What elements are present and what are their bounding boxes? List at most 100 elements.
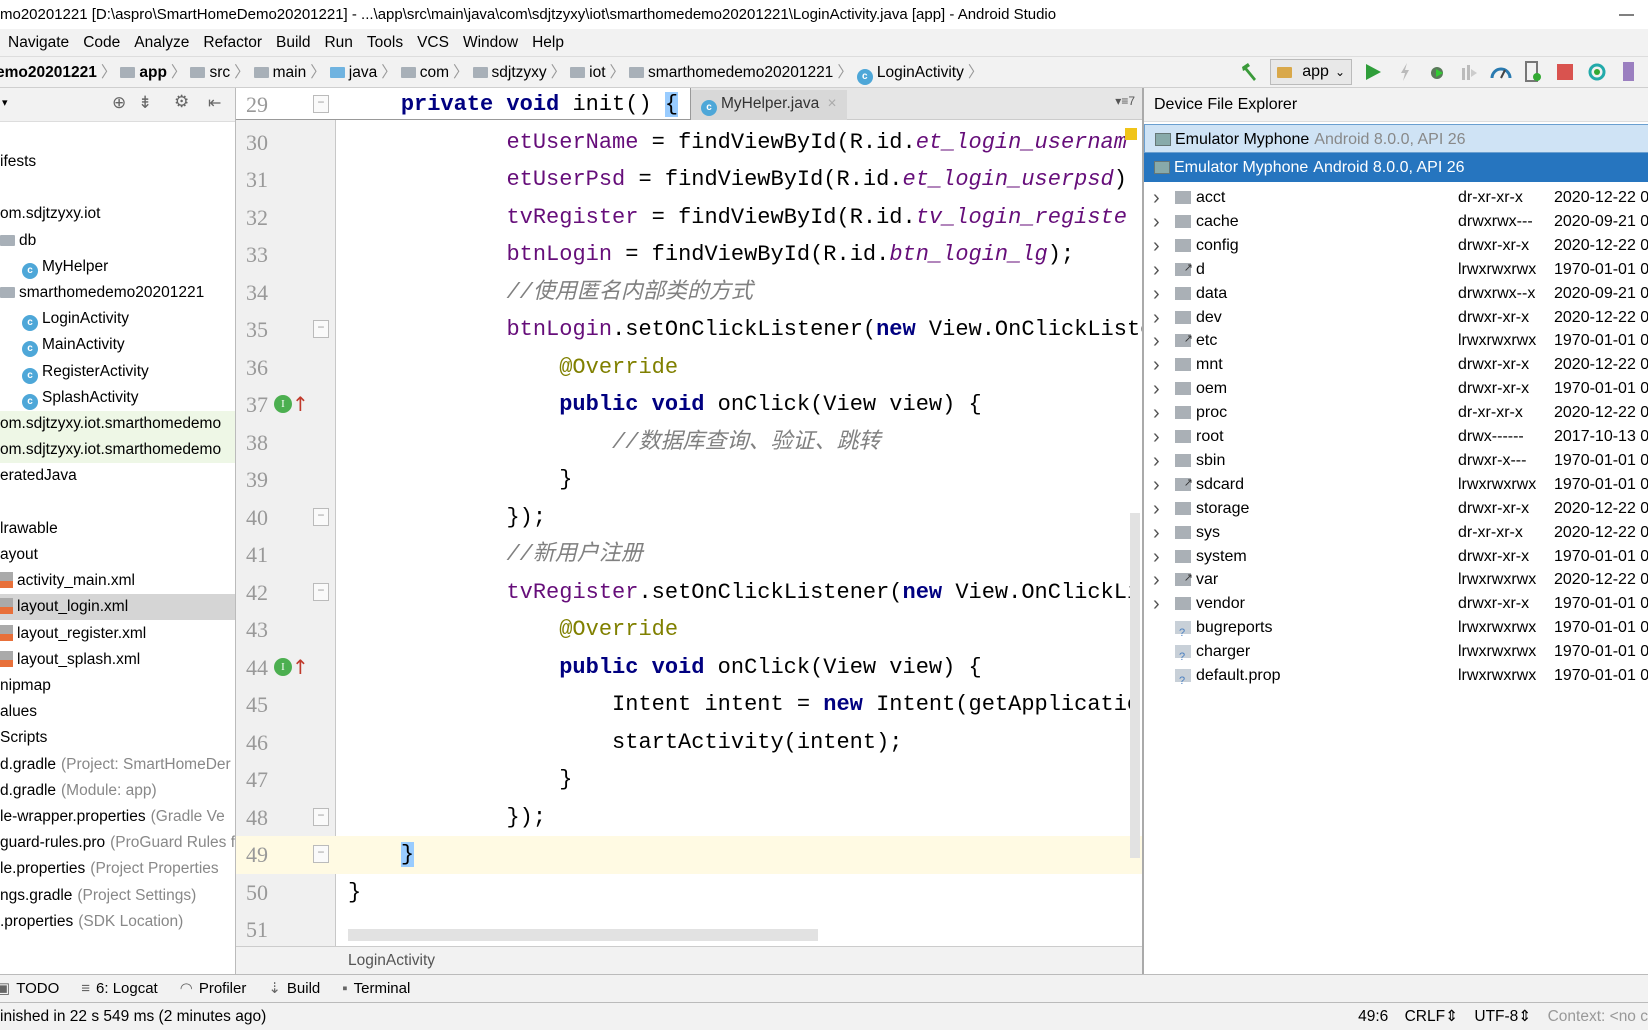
file-row[interactable]: charger lrwxrwxrwx 1970-01-01 0 [1144, 640, 1648, 664]
breadcrumb-src[interactable]: src 〉 [190, 57, 250, 88]
warning-marker-icon[interactable] [1125, 128, 1137, 140]
tool-terminal[interactable]: ▪ Terminal [342, 975, 410, 1003]
tree-item[interactable]: eratedJava [0, 463, 235, 489]
tab-myhelper-java[interactable]: c MyHelper.java × [691, 90, 847, 120]
file-row[interactable]: default.prop lrwxrwxrwx 1970-01-01 0 [1144, 664, 1648, 688]
device-bug-icon[interactable] [1522, 61, 1544, 83]
attach-debugger-icon[interactable] [1458, 61, 1480, 83]
file-row[interactable]: › sbin drwxr-x--- 1970-01-01 0 [1144, 449, 1648, 473]
menu-tools[interactable]: Tools [367, 34, 403, 51]
file-row[interactable]: › mnt drwxr-xr-x 2020-12-22 0 [1144, 353, 1648, 377]
file-row[interactable]: › data drwxrwx--x 2020-09-21 0 [1144, 282, 1648, 306]
code-line[interactable]: 50} [236, 874, 1142, 912]
tree-item[interactable]: c MainActivity [0, 332, 235, 358]
breadcrumb-com[interactable]: com 〉 [400, 57, 469, 88]
tree-item[interactable]: smarthomedemo20201221 [0, 280, 235, 306]
breadcrumb-app[interactable]: app 〉 [120, 57, 186, 88]
file-row[interactable]: › sys dr-xr-xr-x 2020-12-22 0 [1144, 521, 1648, 545]
tree-item[interactable]: om.sdjtzyxy.iot.smarthomedemo [0, 411, 235, 437]
tree-item[interactable]: c LoginActivity [0, 306, 235, 332]
tool-todo[interactable]: ▣ TODO [0, 975, 59, 1003]
view-dropdown-icon[interactable]: ▾ [2, 96, 8, 109]
device-item[interactable]: Emulator Myphone Android 8.0.0, API 26 [1144, 153, 1648, 182]
code-line[interactable]: 43 @Override [236, 611, 1142, 649]
menu-run[interactable]: Run [324, 34, 352, 51]
line-separator[interactable]: CRLF⇕ [1405, 1008, 1458, 1025]
code-line[interactable]: 45 Intent intent = new Intent(getApplica… [236, 686, 1142, 724]
breadcrumb-sdjtzyxy[interactable]: sdjtzyxy 〉 [472, 57, 566, 88]
chevron-right-icon[interactable]: › [1153, 401, 1160, 425]
fold-marker-icon[interactable]: − [313, 95, 329, 114]
tree-item[interactable]: d.gradle (Project: SmartHomeDer [0, 752, 235, 778]
tree-item[interactable]: om.sdjtzyxy.iot.smarthomedemo [0, 437, 235, 464]
sync-gradle-icon[interactable] [1586, 61, 1608, 83]
menu-vcs[interactable]: VCS [417, 34, 449, 51]
tree-item[interactable]: layout_register.xml [0, 621, 235, 647]
vertical-scrollbar[interactable] [1130, 513, 1140, 858]
gear-icon[interactable]: ⚙ [174, 92, 189, 112]
avd-manager-icon[interactable] [1618, 61, 1640, 83]
profile-icon[interactable] [1490, 61, 1512, 83]
tree-item[interactable]: d.gradle (Module: app) [0, 778, 235, 804]
chevron-right-icon[interactable]: › [1153, 186, 1160, 210]
fold-marker-icon[interactable]: − [313, 807, 329, 826]
file-row[interactable]: › config drwxr-xr-x 2020-12-22 0 [1144, 234, 1648, 258]
tree-item[interactable]: om.sdjtzyxy.iot [0, 201, 235, 227]
fold-marker-icon[interactable]: − [313, 845, 329, 864]
chevron-right-icon[interactable]: › [1153, 234, 1160, 258]
breadcrumb-smarthomedemo20201221[interactable]: smarthomedemo20201221 〉 [629, 57, 853, 88]
tree-item[interactable]: c MyHelper [0, 254, 235, 280]
breadcrumb-java[interactable]: java 〉 [329, 57, 397, 88]
file-row[interactable]: › sdcard lrwxrwxrwx 1970-01-01 0 [1144, 473, 1648, 497]
code-line[interactable]: 47 } [236, 761, 1142, 799]
file-row[interactable]: › vendor drwxr-xr-x 1970-01-01 0 [1144, 592, 1648, 616]
tree-item[interactable]: Scripts [0, 725, 235, 751]
code-line[interactable]: 46 startActivity(intent); [236, 724, 1142, 762]
tree-item[interactable]: ngs.gradle (Project Settings) [0, 883, 235, 909]
tree-item[interactable] [0, 490, 235, 516]
file-encoding[interactable]: UTF-8⇕ [1474, 1008, 1531, 1025]
chevron-right-icon[interactable]: › [1153, 329, 1160, 353]
chevron-right-icon[interactable]: › [1153, 568, 1160, 592]
breadcrumb-loginactivity[interactable]: c LoginActivity 〉 [856, 57, 983, 88]
tree-item[interactable]: le-wrapper.properties (Gradle Ve [0, 804, 235, 830]
implements-method-icon[interactable]: I [274, 395, 292, 414]
code-line[interactable]: 29 private void init() {− [236, 88, 691, 124]
run-icon[interactable] [1362, 61, 1384, 83]
code-line[interactable]: 42 tvRegister.setOnClickListener(new Vie… [236, 574, 1142, 612]
menu-window[interactable]: Window [463, 34, 518, 51]
chevron-right-icon[interactable]: › [1153, 449, 1160, 473]
locate-icon[interactable]: ⊕ [112, 93, 126, 113]
chevron-right-icon[interactable]: › [1153, 521, 1160, 545]
caret-position[interactable]: 49:6 [1358, 1008, 1388, 1025]
tree-item[interactable] [0, 175, 235, 201]
tree-item[interactable]: layout_splash.xml [0, 647, 235, 673]
code-line[interactable]: 33 btnLogin = findViewById(R.id.btn_logi… [236, 236, 1142, 274]
tree-item[interactable]: c SplashActivity [0, 385, 235, 411]
code-line[interactable]: 37 public void onClick(View view) {I ↑ [236, 386, 1142, 424]
tree-item[interactable]: ayout [0, 542, 235, 568]
debug-icon[interactable] [1426, 61, 1448, 83]
code-line[interactable]: 39 } [236, 461, 1142, 499]
tree-item[interactable]: layout_login.xml [0, 594, 235, 621]
tree-item[interactable]: db [0, 228, 235, 254]
code-line[interactable]: 30 etUserName = findViewById(R.id.et_log… [236, 124, 1142, 162]
chevron-right-icon[interactable]: › [1153, 473, 1160, 497]
tree-item[interactable]: ifests [0, 149, 235, 175]
chevron-right-icon[interactable]: › [1153, 592, 1160, 616]
tree-item[interactable]: nipmap [0, 673, 235, 699]
menu-build[interactable]: Build [276, 34, 310, 51]
hide-panel-icon[interactable]: ⇤ [208, 93, 221, 113]
chevron-right-icon[interactable]: › [1153, 377, 1160, 401]
breadcrumb-main[interactable]: main 〉 [253, 57, 326, 88]
apply-changes-icon[interactable] [1394, 61, 1416, 83]
tree-item[interactable]: le.properties (Project Properties [0, 856, 235, 882]
tree-item[interactable]: alues [0, 699, 235, 725]
breadcrumb-iot[interactable]: iot 〉 [570, 57, 625, 88]
collapse-all-icon[interactable]: ⇟ [138, 93, 152, 113]
chevron-right-icon[interactable]: › [1153, 306, 1160, 330]
device-item[interactable]: Emulator Myphone Android 8.0.0, API 26 [1144, 124, 1648, 153]
code-line[interactable]: 32 tvRegister = findViewById(R.id.tv_log… [236, 199, 1142, 237]
chevron-right-icon[interactable]: › [1153, 282, 1160, 306]
file-row[interactable]: › cache drwxrwx--- 2020-09-21 0 [1144, 210, 1648, 234]
